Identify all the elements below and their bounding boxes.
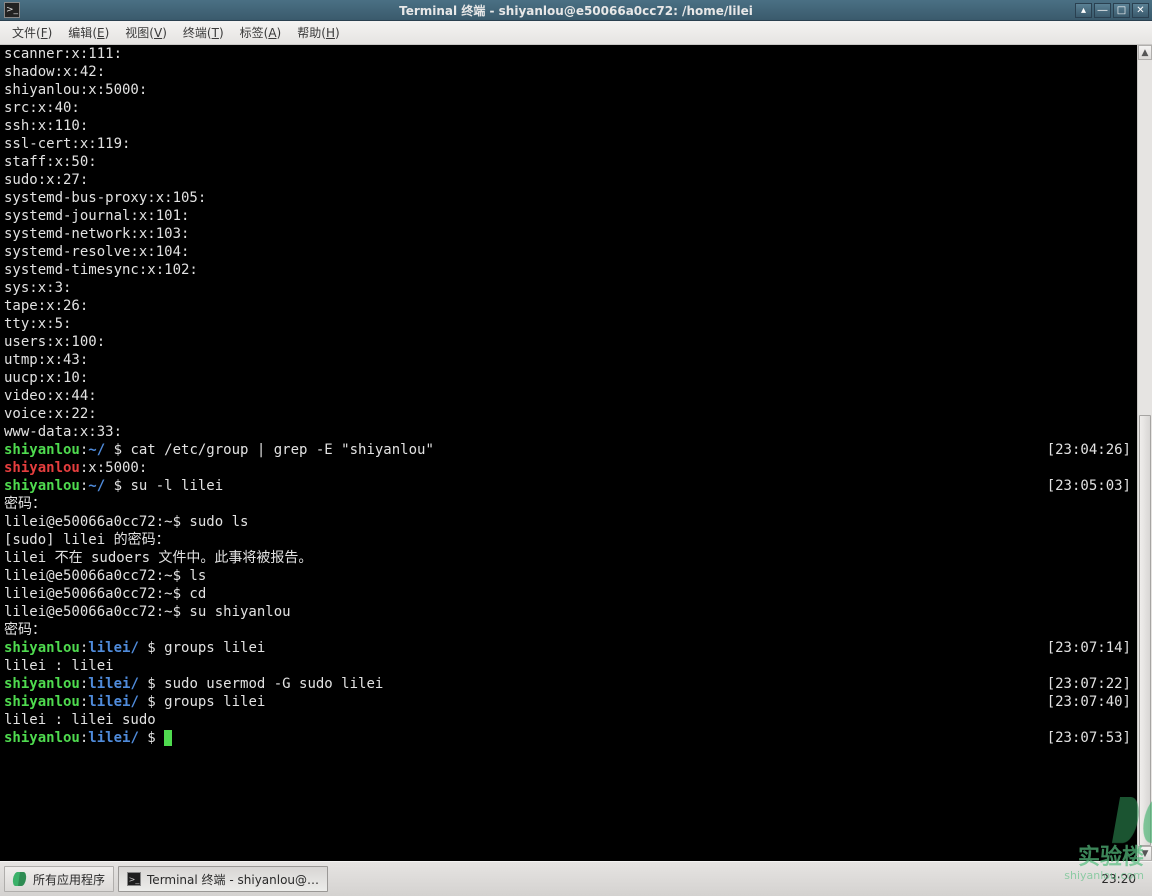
terminal-line: staff:x:50:: [4, 153, 1137, 171]
terminal-line: [sudo] lilei 的密码：: [4, 531, 1137, 549]
menu-edit[interactable]: 编辑(E): [62, 22, 115, 43]
close-button[interactable]: ✕: [1132, 3, 1149, 18]
terminal-line: systemd-resolve:x:104:: [4, 243, 1137, 261]
terminal-line: systemd-bus-proxy:x:105:: [4, 189, 1137, 207]
terminal-line: systemd-journal:x:101:: [4, 207, 1137, 225]
terminal-line: www-data:x:33:: [4, 423, 1137, 441]
menu-tabs[interactable]: 标签(A): [234, 22, 288, 43]
terminal-icon: >_: [127, 872, 141, 886]
taskbar-task-label: Terminal 终端 - shiyanlou@…: [147, 871, 319, 888]
minimize-button[interactable]: ―: [1094, 3, 1111, 18]
taskbar-clock[interactable]: 23:20: [1089, 872, 1148, 886]
window-titlebar: >_ Terminal 终端 - shiyanlou@e50066a0cc72:…: [0, 0, 1152, 21]
terminal-line: shiyanlou:lilei/ $ groups lilei[23:07:14…: [4, 639, 1137, 657]
terminal-line: shiyanlou:~/ $ cat /etc/group | grep -E …: [4, 441, 1137, 459]
terminal-line: tty:x:5:: [4, 315, 1137, 333]
terminal-line: utmp:x:43:: [4, 351, 1137, 369]
terminal-line: lilei 不在 sudoers 文件中。此事将被报告。: [4, 549, 1137, 567]
terminal-line: systemd-timesync:x:102:: [4, 261, 1137, 279]
window-title: Terminal 终端 - shiyanlou@e50066a0cc72: /h…: [0, 2, 1152, 19]
terminal-line: shiyanlou:x:5000:: [4, 81, 1137, 99]
terminal-line: lilei@e50066a0cc72:~$ sudo ls: [4, 513, 1137, 531]
menu-view[interactable]: 视图(V): [119, 22, 173, 43]
terminal-line: users:x:100:: [4, 333, 1137, 351]
terminal-line: src:x:40:: [4, 99, 1137, 117]
terminal-line: 密码：: [4, 621, 1137, 639]
scrollbar[interactable]: ▲ ▼: [1137, 45, 1152, 861]
menubar: 文件(F) 编辑(E) 视图(V) 终端(T) 标签(A) 帮助(H): [0, 21, 1152, 45]
menu-terminal[interactable]: 终端(T): [177, 22, 230, 43]
scroll-up-button[interactable]: ▲: [1138, 45, 1152, 60]
menu-file[interactable]: 文件(F): [6, 22, 58, 43]
terminal-line: shiyanlou:lilei/ $ [23:07:53]: [4, 729, 1137, 747]
terminal-line: sys:x:3:: [4, 279, 1137, 297]
terminal-line: lilei : lilei: [4, 657, 1137, 675]
maximize-button[interactable]: □: [1113, 3, 1130, 18]
taskbar-task-terminal[interactable]: >_ Terminal 终端 - shiyanlou@…: [118, 866, 328, 892]
terminal-line: lilei@e50066a0cc72:~$ cd: [4, 585, 1137, 603]
terminal-container: scanner:x:111:shadow:x:42:shiyanlou:x:50…: [0, 45, 1152, 861]
scroll-down-button[interactable]: ▼: [1138, 846, 1152, 861]
taskbar-apps-button[interactable]: 所有应用程序: [4, 866, 114, 892]
terminal-line: shiyanlou:~/ $ su -l lilei[23:05:03]: [4, 477, 1137, 495]
terminal-line: tape:x:26:: [4, 297, 1137, 315]
terminal-line: shiyanlou:lilei/ $ groups lilei[23:07:40…: [4, 693, 1137, 711]
terminal-line: ssh:x:110:: [4, 117, 1137, 135]
terminal-line: ssl-cert:x:119:: [4, 135, 1137, 153]
terminal-line: scanner:x:111:: [4, 45, 1137, 63]
terminal-line: video:x:44:: [4, 387, 1137, 405]
taskbar-apps-label: 所有应用程序: [33, 871, 105, 888]
terminal-line: sudo:x:27:: [4, 171, 1137, 189]
taskbar: 所有应用程序 >_ Terminal 终端 - shiyanlou@… 23:2…: [0, 861, 1152, 896]
terminal-output[interactable]: scanner:x:111:shadow:x:42:shiyanlou:x:50…: [0, 45, 1137, 861]
terminal-line: lilei@e50066a0cc72:~$ su shiyanlou: [4, 603, 1137, 621]
terminal-line: shiyanlou:lilei/ $ sudo usermod -G sudo …: [4, 675, 1137, 693]
terminal-line: uucp:x:10:: [4, 369, 1137, 387]
terminal-line: voice:x:22:: [4, 405, 1137, 423]
rollup-button[interactable]: ▴: [1075, 3, 1092, 18]
terminal-line: shadow:x:42:: [4, 63, 1137, 81]
terminal-line: 密码：: [4, 495, 1137, 513]
window-controls: ▴ ― □ ✕: [1075, 3, 1152, 18]
terminal-line: systemd-network:x:103:: [4, 225, 1137, 243]
terminal-line: shiyanlou:x:5000:: [4, 459, 1137, 477]
terminal-line: lilei : lilei sudo: [4, 711, 1137, 729]
terminal-line: lilei@e50066a0cc72:~$ ls: [4, 567, 1137, 585]
scroll-thumb[interactable]: [1139, 415, 1151, 846]
apps-icon: [13, 872, 27, 886]
menu-help[interactable]: 帮助(H): [291, 22, 345, 43]
